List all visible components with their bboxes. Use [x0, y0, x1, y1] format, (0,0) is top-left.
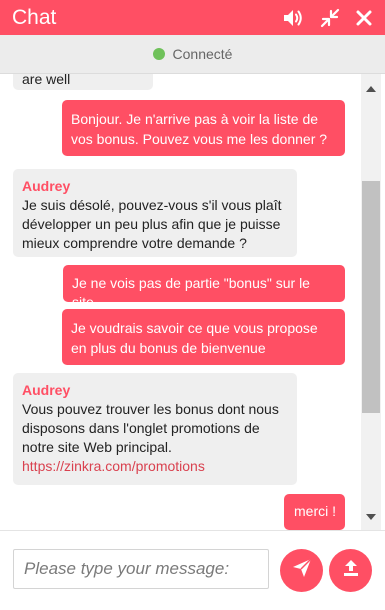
- user-message: merci !: [284, 494, 345, 530]
- message-input[interactable]: [13, 549, 269, 589]
- chat-widget: Chat Connecté are well Bonjour. Je n'arr…: [0, 0, 385, 610]
- paper-plane-icon: [291, 557, 313, 584]
- speaker-icon: [282, 8, 304, 28]
- message-text: Je suis désolé, pouvez-vous s'il vous pl…: [22, 197, 282, 251]
- connection-status-bar: Connecté: [0, 35, 385, 74]
- chat-title: Chat: [12, 6, 57, 29]
- message-text: Je voudrais savoir ce que vous propose e…: [71, 320, 318, 356]
- status-label: Connecté: [172, 46, 233, 62]
- message-scrollbar[interactable]: [361, 74, 381, 530]
- close-button[interactable]: [352, 6, 376, 30]
- send-button[interactable]: [280, 549, 323, 592]
- close-icon: [355, 9, 373, 27]
- message-text: merci !: [294, 503, 336, 519]
- message-list: are well Bonjour. Je n'arrive pas à voir…: [0, 74, 360, 530]
- agent-name: Audrey: [22, 382, 71, 398]
- user-message: Bonjour. Je n'arrive pas à voir la liste…: [62, 100, 345, 156]
- message-text: Vous pouvez trouver les bonus dont nous …: [22, 401, 279, 455]
- promotions-link[interactable]: https://zinkra.com/promotions: [22, 458, 205, 474]
- user-message: Je voudrais savoir ce que vous propose e…: [62, 309, 345, 365]
- scroll-down-arrow-icon[interactable]: [366, 514, 376, 520]
- scroll-thumb[interactable]: [362, 181, 380, 413]
- agent-message: Audrey Je suis désolé, pouvez-vous s'il …: [13, 169, 297, 257]
- upload-icon: [341, 558, 361, 583]
- scroll-up-arrow-icon[interactable]: [366, 86, 376, 92]
- upload-button[interactable]: [329, 549, 372, 592]
- compress-arrows-icon: [320, 8, 340, 28]
- message-text: Je ne vois pas de partie "bonus" sur le …: [72, 275, 310, 310]
- composer: [0, 530, 385, 610]
- agent-name: Audrey: [22, 178, 71, 194]
- user-message: Je ne vois pas de partie "bonus" sur le …: [63, 265, 345, 310]
- message-text: are well: [22, 74, 71, 87]
- agent-message: are well: [13, 74, 153, 90]
- sound-button[interactable]: [281, 6, 305, 30]
- minimize-button[interactable]: [318, 6, 342, 30]
- status-dot-icon: [152, 48, 165, 60]
- chat-header: Chat: [0, 0, 385, 35]
- message-text: Bonjour. Je n'arrive pas à voir la liste…: [71, 111, 328, 147]
- agent-message: Audrey Vous pouvez trouver les bonus don…: [13, 373, 297, 485]
